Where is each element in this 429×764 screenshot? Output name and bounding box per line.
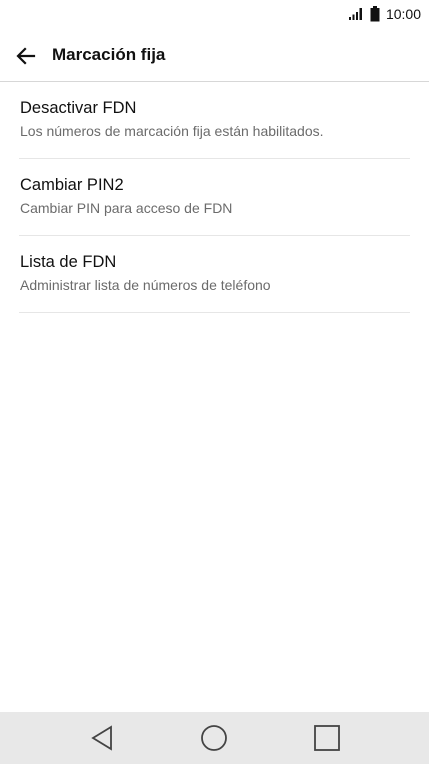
status-bar: 10:00 — [0, 0, 429, 28]
item-title: Desactivar FDN — [20, 99, 137, 117]
item-subtitle: Los números de marcación fija están habi… — [20, 123, 324, 139]
list-item-lista-fdn[interactable]: Lista de FDN Administrar lista de número… — [19, 236, 410, 313]
signal-icon — [348, 7, 364, 21]
item-title: Cambiar PIN2 — [20, 176, 124, 194]
settings-list: Desactivar FDN Los números de marcación … — [0, 82, 429, 313]
list-item-cambiar-pin2[interactable]: Cambiar PIN2 Cambiar PIN para acceso de … — [19, 159, 410, 236]
item-subtitle: Cambiar PIN para acceso de FDN — [20, 200, 233, 216]
navigation-bar — [0, 712, 429, 764]
page-title: Marcación fija — [52, 45, 166, 64]
status-time: 10:00 — [385, 6, 421, 22]
nav-home-icon[interactable] — [199, 723, 229, 753]
battery-icon — [370, 6, 380, 22]
status-indicators: 10:00 — [348, 6, 421, 22]
arrow-left-icon[interactable] — [14, 44, 38, 68]
item-title: Lista de FDN — [20, 253, 117, 271]
nav-recents-icon[interactable] — [312, 723, 342, 753]
list-item-desactivar-fdn[interactable]: Desactivar FDN Los números de marcación … — [19, 82, 410, 159]
item-subtitle: Administrar lista de números de teléfono — [20, 277, 271, 293]
app-bar: Marcación fija — [0, 28, 429, 82]
nav-back-icon[interactable] — [87, 723, 117, 753]
